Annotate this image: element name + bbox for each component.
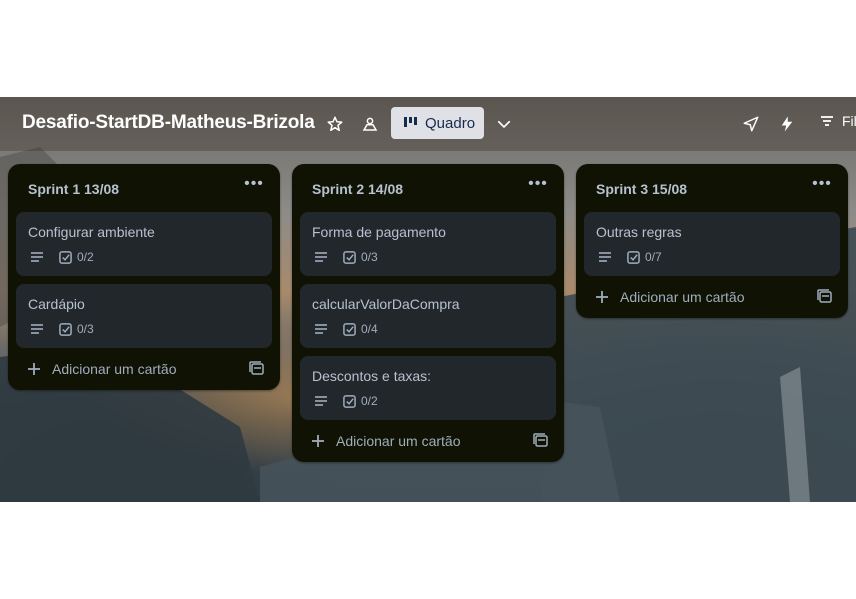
more-dots-icon[interactable]: ••• — [242, 176, 266, 198]
chevron-down-icon[interactable] — [492, 112, 516, 136]
card-badges: 0/2 — [30, 250, 94, 264]
board-view-label: Quadro — [425, 114, 476, 132]
card-badges: 0/3 — [30, 322, 94, 336]
checkbox-icon — [343, 322, 356, 336]
checkbox-icon — [59, 250, 72, 264]
description-icon — [315, 252, 327, 262]
lightning-icon[interactable] — [775, 112, 799, 136]
board-title[interactable]: Desafio-StartDB-Matheus-Brizola — [22, 112, 315, 134]
description-icon — [31, 324, 43, 334]
star-icon[interactable] — [323, 112, 347, 136]
people-icon[interactable] — [358, 112, 382, 136]
card[interactable]: Forma de pagamento 0/3 — [300, 212, 556, 276]
add-card-label: Adicionar um cartão — [52, 361, 177, 377]
card-title: Descontos e taxas: — [312, 368, 432, 384]
checkbox-icon — [343, 250, 356, 264]
description-icon — [599, 252, 611, 262]
add-card-label: Adicionar um cartão — [620, 289, 745, 305]
list-title[interactable]: Sprint 1 13/08 — [28, 181, 119, 197]
send-icon[interactable] — [739, 112, 763, 136]
card-badges: 0/2 — [314, 394, 378, 408]
add-card-button[interactable]: Adicionar um cartão — [300, 427, 520, 455]
description-icon — [315, 324, 327, 334]
checklist-count: 0/2 — [77, 250, 94, 264]
board-view-icon — [404, 117, 417, 127]
description-icon — [315, 396, 327, 406]
card-title: calcularValorDaCompra — [312, 296, 460, 312]
add-card-button[interactable]: Adicionar um cartão — [584, 283, 804, 311]
plus-icon — [596, 291, 608, 303]
card-title: Forma de pagamento — [312, 224, 446, 240]
plus-icon — [28, 363, 40, 375]
board-view-button[interactable]: Quadro — [391, 107, 484, 139]
plus-icon — [312, 435, 324, 447]
card-title: Configurar ambiente — [28, 224, 155, 240]
template-icon[interactable] — [532, 432, 550, 450]
filter-icon — [821, 116, 833, 126]
board-header: Desafio-StartDB-Matheus-Brizola Quadro F… — [0, 97, 856, 151]
checklist-count: 0/2 — [361, 394, 378, 408]
template-icon[interactable] — [248, 360, 266, 378]
add-card-label: Adicionar um cartão — [336, 433, 461, 449]
card-badges: 0/7 — [598, 250, 662, 264]
list-sprint-1: Sprint 1 13/08 ••• Configurar ambiente 0… — [8, 164, 280, 390]
card[interactable]: Outras regras 0/7 — [584, 212, 840, 276]
list-sprint-2: Sprint 2 14/08 ••• Forma de pagamento 0/… — [292, 164, 564, 462]
card-badges: 0/3 — [314, 250, 378, 264]
description-icon — [31, 252, 43, 262]
card[interactable]: Configurar ambiente 0/2 — [16, 212, 272, 276]
more-dots-icon[interactable]: ••• — [810, 176, 834, 198]
checklist-count: 0/3 — [361, 250, 378, 264]
list-title[interactable]: Sprint 3 15/08 — [596, 181, 687, 197]
filter-button[interactable]: Fil — [820, 113, 856, 129]
checklist-count: 0/7 — [645, 250, 662, 264]
checkbox-icon — [343, 394, 356, 408]
checklist-count: 0/4 — [361, 322, 378, 336]
card-badges: 0/4 — [314, 322, 378, 336]
card[interactable]: Cardápio 0/3 — [16, 284, 272, 348]
list-title[interactable]: Sprint 2 14/08 — [312, 181, 403, 197]
checkbox-icon — [627, 250, 640, 264]
filter-label: Fil — [842, 113, 856, 129]
add-card-button[interactable]: Adicionar um cartão — [16, 355, 236, 383]
more-dots-icon[interactable]: ••• — [526, 176, 550, 198]
checkbox-icon — [59, 322, 72, 336]
list-sprint-3: Sprint 3 15/08 ••• Outras regras 0/7 Adi… — [576, 164, 848, 318]
template-icon[interactable] — [816, 288, 834, 306]
card[interactable]: Descontos e taxas: 0/2 — [300, 356, 556, 420]
board-canvas: Desafio-StartDB-Matheus-Brizola Quadro F… — [0, 97, 856, 502]
card-title: Outras regras — [596, 224, 682, 240]
checklist-count: 0/3 — [77, 322, 94, 336]
card-title: Cardápio — [28, 296, 85, 312]
card[interactable]: calcularValorDaCompra 0/4 — [300, 284, 556, 348]
